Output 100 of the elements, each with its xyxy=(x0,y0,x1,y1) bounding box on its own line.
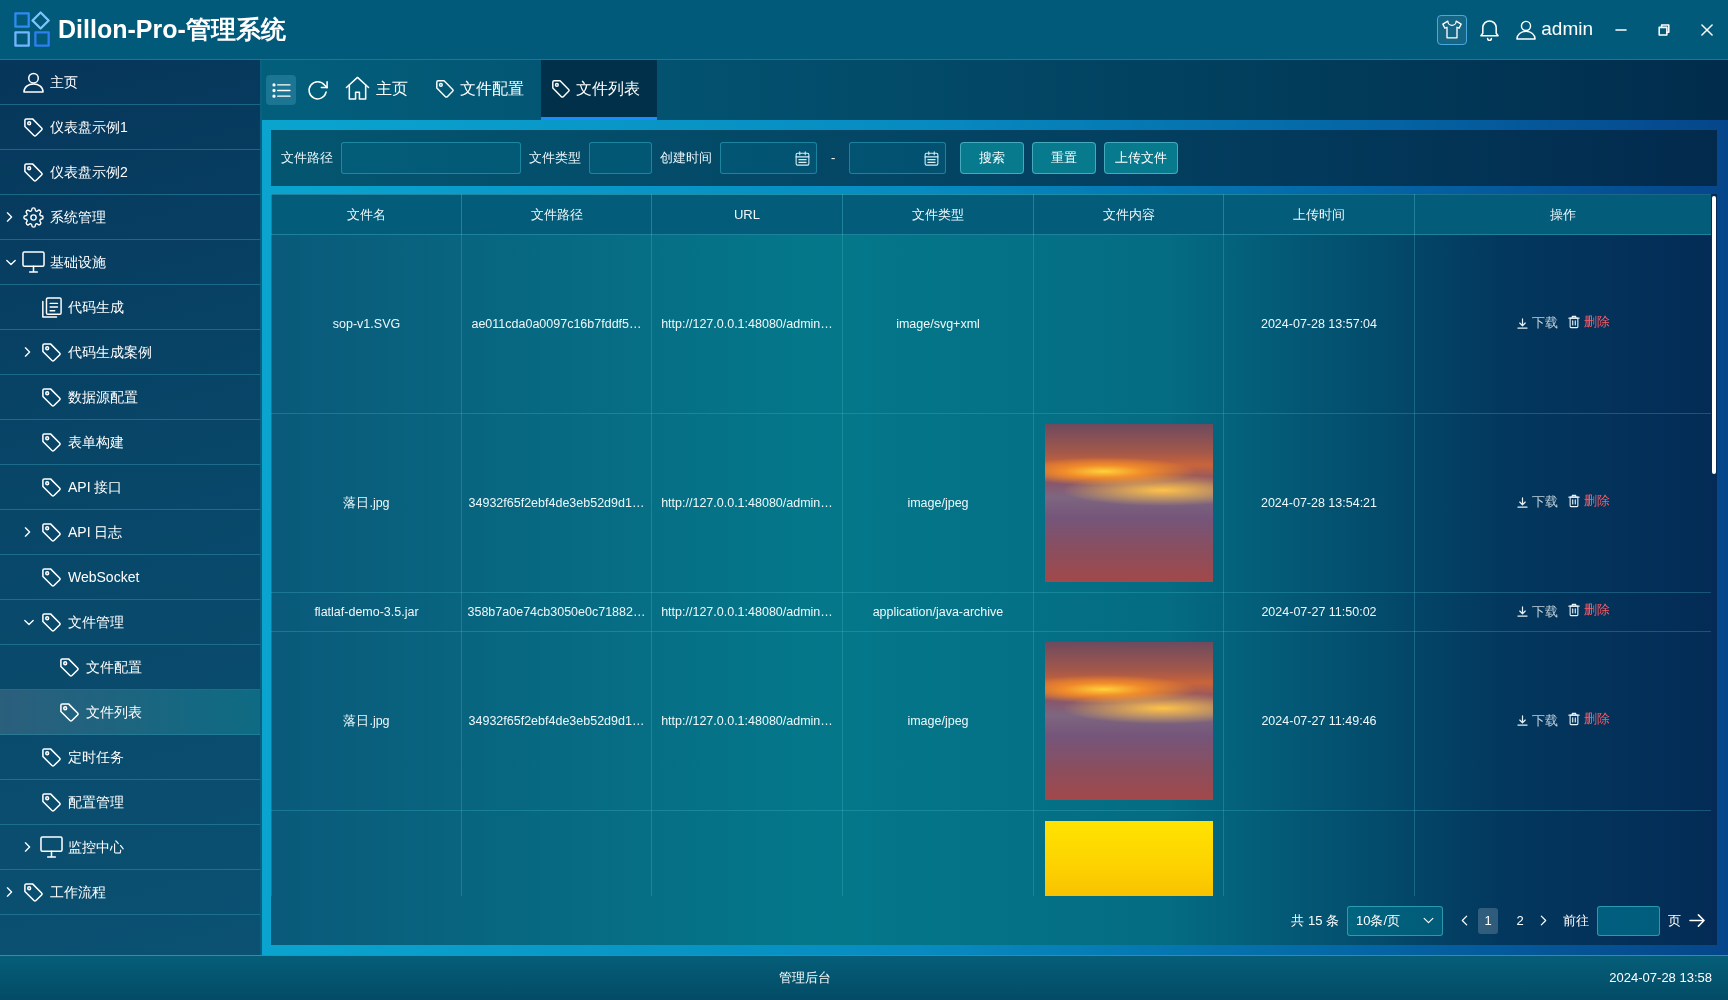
sidebar-item[interactable]: 数据源配置 xyxy=(0,375,260,420)
close-icon[interactable] xyxy=(1701,23,1713,36)
chevron-down-icon[interactable] xyxy=(6,258,16,266)
user-icon[interactable] xyxy=(1516,19,1537,40)
trash-icon xyxy=(1567,494,1580,509)
column-header: URL xyxy=(651,194,843,235)
tag-icon xyxy=(41,612,61,632)
table-cell: http://127.0.0.1:48080/admin… xyxy=(651,234,843,414)
tag-icon xyxy=(23,882,43,902)
chevron-right-icon[interactable] xyxy=(6,212,13,222)
refresh-icon[interactable] xyxy=(307,79,329,101)
download-link[interactable]: 下载 xyxy=(1516,493,1558,513)
date-field[interactable] xyxy=(849,142,947,174)
column-header: 文件名 xyxy=(271,194,462,235)
total-count: 共 15 条 xyxy=(1291,911,1339,930)
app-title: Dillon-Pro-管理系统 xyxy=(58,13,286,45)
goto-field[interactable] xyxy=(1597,905,1660,936)
chevron-right-icon[interactable] xyxy=(24,842,31,852)
table-cell: image/jpeg xyxy=(842,631,1034,811)
sidebar-item[interactable]: API 日志 xyxy=(0,510,260,555)
table-cell: http://127.0.0.1:48080/admin… xyxy=(651,592,843,632)
minimize-icon[interactable] xyxy=(1615,28,1627,31)
tag-icon xyxy=(41,387,61,407)
sidebar-item[interactable]: 文件管理 xyxy=(0,600,260,645)
input-field[interactable] xyxy=(341,142,521,174)
monitor-icon xyxy=(21,251,45,273)
table-cell: flatlaf-demo-3.5.jar xyxy=(271,592,462,632)
sidebar-item[interactable]: 系统管理 xyxy=(0,195,260,240)
download-link[interactable]: 下载 xyxy=(1516,711,1558,731)
download-icon xyxy=(1516,497,1528,509)
page-size-select[interactable]: 10条/页 xyxy=(1347,905,1443,936)
calendar-icon xyxy=(795,150,810,166)
column-header: 文件路径 xyxy=(461,194,652,235)
delete-link[interactable]: 删除 xyxy=(1567,710,1610,729)
tag-icon xyxy=(435,79,454,98)
download-icon xyxy=(1516,606,1528,618)
tag-icon xyxy=(41,477,61,497)
sidebar-item[interactable]: 工作流程 xyxy=(0,870,260,915)
table-cell: http://127.0.0.1:48080/admin… xyxy=(651,631,843,811)
tag-icon xyxy=(23,117,43,137)
sidebar-item[interactable]: 监控中心 xyxy=(0,825,260,870)
tag-icon xyxy=(41,792,61,812)
download-link[interactable]: 下载 xyxy=(1516,602,1558,622)
menu-toggle-button[interactable] xyxy=(266,75,296,105)
page-button[interactable]: 2 xyxy=(1510,907,1530,934)
restore-icon[interactable] xyxy=(1658,23,1670,36)
input-field[interactable] xyxy=(589,142,652,174)
delete-link[interactable]: 删除 xyxy=(1567,491,1610,511)
username-label[interactable]: admin xyxy=(1541,15,1593,44)
column-header: 上传时间 xyxy=(1223,194,1415,235)
sidebar-item[interactable]: 文件列表 xyxy=(0,690,260,735)
sidebar-item[interactable]: 配置管理 xyxy=(0,780,260,825)
page-button[interactable]: 1 xyxy=(1478,907,1498,934)
theme-button[interactable] xyxy=(1437,14,1468,45)
tag-icon xyxy=(41,342,61,362)
user-icon xyxy=(22,71,44,93)
tab[interactable]: 主页 xyxy=(335,60,425,120)
chevron-down-icon[interactable] xyxy=(24,618,34,626)
sidebar-item[interactable]: 仪表盘示例1 xyxy=(0,105,260,150)
download-link[interactable]: 下载 xyxy=(1516,314,1558,334)
tag-icon xyxy=(41,432,61,452)
table-cell: application/java-archive xyxy=(842,592,1034,632)
chevron-right-icon[interactable] xyxy=(24,347,31,357)
table-cell: 358b7a0e74cb3050e0c71882… xyxy=(461,592,652,632)
column-header: 文件类型 xyxy=(842,194,1034,235)
sidebar-item[interactable]: 代码生成 xyxy=(0,285,260,330)
table-cell: http://127.0.0.1:48080/admin… xyxy=(651,413,843,593)
trash-icon xyxy=(1567,603,1580,618)
table-cell: 2024-07-27 11:49:46 xyxy=(1223,631,1415,811)
table-cell: image/jpeg xyxy=(842,413,1034,593)
sidebar-item[interactable]: 基础设施 xyxy=(0,240,260,285)
tab[interactable]: 文件配置 xyxy=(425,60,541,120)
caret-icon xyxy=(1423,917,1434,924)
chevron-right-icon[interactable] xyxy=(6,887,13,897)
sidebar-item[interactable]: API 接口 xyxy=(0,465,260,510)
sidebar-item[interactable]: 表单构建 xyxy=(0,420,260,465)
table-cell: ae011cda0a0097c16b7fddf5… xyxy=(461,234,652,414)
column-header: 文件内容 xyxy=(1033,194,1224,235)
table-cell: 落日.jpg xyxy=(271,631,462,811)
delete-link[interactable]: 删除 xyxy=(1567,601,1610,620)
chevron-right-icon[interactable] xyxy=(1540,915,1547,926)
date-field[interactable] xyxy=(720,142,817,174)
chevron-left-icon[interactable] xyxy=(1461,915,1468,926)
scrollbar-thumb[interactable] xyxy=(1712,196,1716,474)
arrow-right-icon[interactable] xyxy=(1689,913,1705,928)
sidebar-item[interactable]: 仪表盘示例2 xyxy=(0,150,260,195)
search-button[interactable]: 搜索 xyxy=(960,142,1025,174)
reset-button[interactable]: 重置 xyxy=(1032,142,1097,174)
sidebar-item[interactable]: 定时任务 xyxy=(0,735,260,780)
bell-icon[interactable] xyxy=(1479,18,1501,41)
upload-button[interactable]: 上传文件 xyxy=(1104,142,1179,174)
chevron-right-icon[interactable] xyxy=(24,527,31,537)
sidebar-item[interactable]: 代码生成案例 xyxy=(0,330,260,375)
logo-icon xyxy=(14,10,52,49)
delete-link[interactable]: 删除 xyxy=(1567,312,1610,332)
sidebar-item[interactable]: WebSocket xyxy=(0,555,260,600)
table-cell: sop-v1.SVG xyxy=(271,234,462,414)
house-icon xyxy=(345,76,370,101)
sidebar-item[interactable]: 主页 xyxy=(0,60,260,105)
tab[interactable]: 文件列表 xyxy=(541,60,657,120)
